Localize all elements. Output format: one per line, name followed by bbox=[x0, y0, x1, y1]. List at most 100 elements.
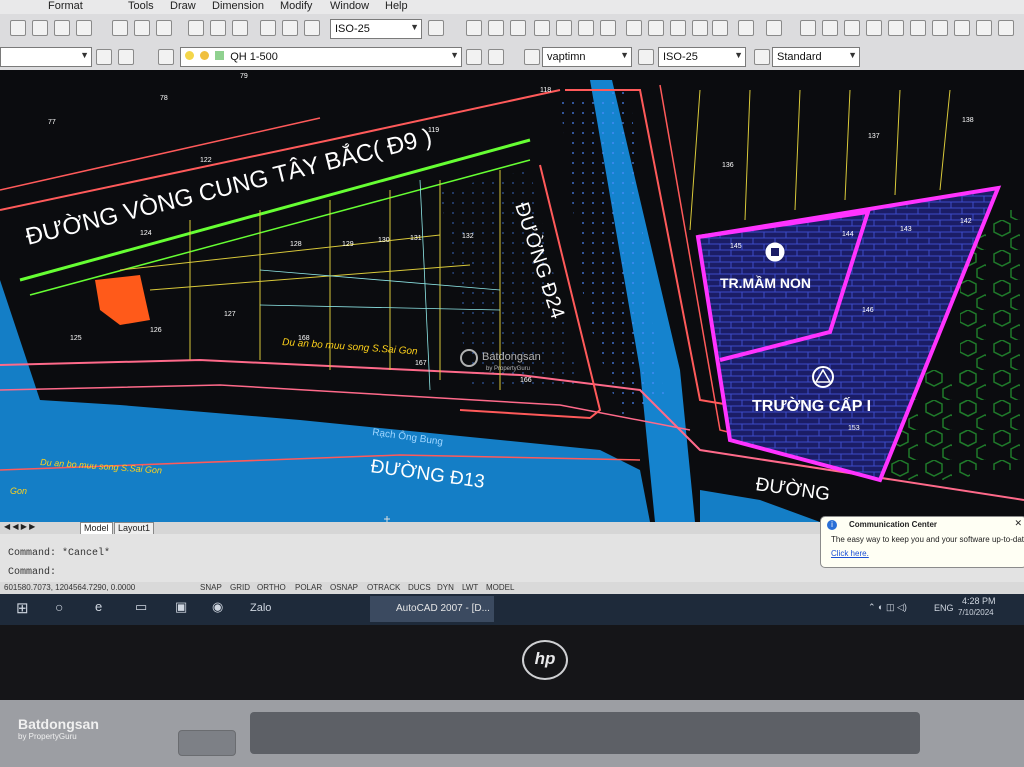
table-style-icon[interactable] bbox=[428, 20, 444, 36]
svg-text:by PropertyGuru: by PropertyGuru bbox=[486, 366, 530, 372]
3d-dwf-icon[interactable] bbox=[600, 20, 616, 36]
layer-manager-icon[interactable] bbox=[158, 49, 174, 65]
tool-palettes-icon[interactable] bbox=[932, 20, 948, 36]
notification-title: Communication Center bbox=[849, 520, 938, 529]
store-icon[interactable]: ▣ bbox=[175, 599, 187, 615]
clock-date[interactable]: 7/10/2024 bbox=[958, 608, 994, 617]
menu-modify[interactable]: Modify bbox=[280, 0, 312, 12]
help-icon[interactable] bbox=[998, 20, 1014, 36]
communication-center-balloon[interactable]: i Communication Center ✕ The easy way to… bbox=[820, 516, 1024, 568]
tray-icons[interactable]: ⌃ ◐ ◫ ◁) bbox=[868, 602, 907, 613]
file-explorer-icon[interactable]: ▭ bbox=[135, 599, 147, 615]
properties-icon[interactable] bbox=[888, 20, 904, 36]
design-center-icon[interactable] bbox=[910, 20, 926, 36]
dimension-icon[interactable] bbox=[282, 20, 298, 36]
markup-icon[interactable] bbox=[976, 20, 992, 36]
menu-window[interactable]: Window bbox=[330, 0, 369, 12]
make-layer-current-icon[interactable] bbox=[466, 49, 482, 65]
plot-preview-icon[interactable] bbox=[556, 20, 572, 36]
osnap-toggle[interactable]: OSNAP bbox=[330, 583, 358, 592]
circle-tool-icon[interactable] bbox=[32, 20, 48, 36]
block-tool-icon[interactable] bbox=[76, 20, 92, 36]
dim-style-icon[interactable] bbox=[304, 20, 320, 36]
open-file-icon[interactable] bbox=[488, 20, 504, 36]
language-indicator[interactable]: ENG bbox=[934, 603, 954, 613]
copy-icon[interactable] bbox=[648, 20, 664, 36]
menu-tools[interactable]: Tools bbox=[128, 0, 154, 12]
publish-icon[interactable] bbox=[578, 20, 594, 36]
notification-body: The easy way to keep you and your softwa… bbox=[831, 535, 1024, 544]
table-style-select[interactable]: Standard ▼ bbox=[772, 47, 860, 67]
gradient-tool-icon[interactable] bbox=[134, 20, 150, 36]
block-editor-icon[interactable] bbox=[712, 20, 728, 36]
clock-time[interactable]: 4:28 PM bbox=[962, 596, 996, 606]
lot-number: 142 bbox=[960, 218, 972, 225]
ortho-toggle[interactable]: ORTHO bbox=[257, 583, 286, 592]
print-icon[interactable] bbox=[534, 20, 550, 36]
ducs-toggle[interactable]: DUCS bbox=[408, 583, 431, 592]
chrome-icon[interactable]: ◉ bbox=[212, 599, 223, 615]
chevron-down-icon: ▼ bbox=[620, 50, 629, 60]
pan-icon[interactable] bbox=[800, 20, 816, 36]
lwt-toggle[interactable]: LWT bbox=[462, 583, 478, 592]
hatch-tool-icon[interactable] bbox=[112, 20, 128, 36]
workspace-save-icon[interactable] bbox=[118, 49, 134, 65]
match-brush-icon[interactable] bbox=[692, 20, 708, 36]
workspace-settings-icon[interactable] bbox=[96, 49, 112, 65]
new-file-icon[interactable] bbox=[466, 20, 482, 36]
dyn-toggle[interactable]: DYN bbox=[437, 583, 454, 592]
text-style-select[interactable]: vaptimn ▼ bbox=[542, 47, 632, 67]
otrack-toggle[interactable]: OTRACK bbox=[367, 583, 400, 592]
save-file-icon[interactable] bbox=[510, 20, 526, 36]
layer-on-icon bbox=[185, 51, 194, 60]
tab-scroll-arrows-icon[interactable]: ◀ ◀ ▶ ▶ bbox=[4, 522, 35, 531]
calculator-icon[interactable] bbox=[210, 20, 226, 36]
command-input-line[interactable]: Command: bbox=[8, 567, 56, 578]
table-style-manager-icon[interactable] bbox=[754, 49, 770, 65]
menu-help[interactable]: Help bbox=[385, 0, 408, 12]
match-properties-icon[interactable] bbox=[188, 20, 204, 36]
chevron-down-icon: ▼ bbox=[80, 50, 89, 60]
close-icon[interactable]: ✕ bbox=[1014, 518, 1022, 529]
edge-browser-icon[interactable]: e bbox=[95, 599, 102, 614]
dim-style-select[interactable]: ISO-25 ▼ bbox=[330, 19, 422, 39]
layer-select[interactable]: QH 1-500 ▼ bbox=[180, 47, 462, 67]
sheet-set-icon[interactable] bbox=[954, 20, 970, 36]
draw-tool-icon[interactable] bbox=[10, 20, 26, 36]
layer-freeze-icon bbox=[200, 51, 210, 60]
polar-toggle[interactable]: POLAR bbox=[295, 583, 322, 592]
workspace-select[interactable]: ▼ bbox=[0, 47, 92, 67]
zoom-realtime-icon[interactable] bbox=[822, 20, 838, 36]
taskbar-zalo[interactable]: Zalo bbox=[250, 602, 271, 614]
point-icon[interactable] bbox=[232, 20, 248, 36]
search-icon[interactable]: ○ bbox=[55, 599, 63, 615]
windows-start-icon[interactable]: ⊞ bbox=[16, 599, 29, 617]
layer-previous-icon[interactable] bbox=[488, 49, 504, 65]
menu-draw[interactable]: Draw bbox=[170, 0, 196, 12]
undo-icon[interactable] bbox=[738, 20, 754, 36]
dim-style-manager-icon[interactable] bbox=[638, 49, 654, 65]
snap-toggle[interactable]: SNAP bbox=[200, 583, 222, 592]
text-style-icon[interactable] bbox=[260, 20, 276, 36]
grid-toggle[interactable]: GRID bbox=[230, 583, 250, 592]
taskbar-autocad[interactable]: AutoCAD 2007 - [D... bbox=[370, 596, 494, 622]
lot-number: 144 bbox=[842, 231, 854, 238]
zoom-previous-icon[interactable] bbox=[866, 20, 882, 36]
lot-number: 136 bbox=[722, 162, 734, 169]
lot-number: 129 bbox=[342, 241, 354, 248]
drawing-canvas[interactable]: ĐƯỜNG VÒNG CUNG TÂY BẮC( Đ9 ) ĐƯỜNG Đ24 … bbox=[0, 70, 1024, 522]
text-style-manager-icon[interactable] bbox=[524, 49, 540, 65]
menu-dimension[interactable]: Dimension bbox=[212, 0, 264, 12]
redo-icon[interactable] bbox=[766, 20, 782, 36]
table-tool-icon[interactable] bbox=[156, 20, 172, 36]
notification-link[interactable]: Click here. bbox=[831, 549, 869, 558]
zoom-window-icon[interactable] bbox=[844, 20, 860, 36]
cut-icon[interactable] bbox=[626, 20, 642, 36]
menu-format[interactable]: Format bbox=[48, 0, 83, 12]
dim-style-select-2[interactable]: ISO-25 ▼ bbox=[658, 47, 746, 67]
kindergarten-label: TR.MẦM NON bbox=[720, 275, 811, 291]
erase-tool-icon[interactable] bbox=[54, 20, 70, 36]
paste-icon[interactable] bbox=[670, 20, 686, 36]
model-toggle[interactable]: MODEL bbox=[486, 583, 514, 592]
lot-number: 77 bbox=[48, 119, 56, 126]
